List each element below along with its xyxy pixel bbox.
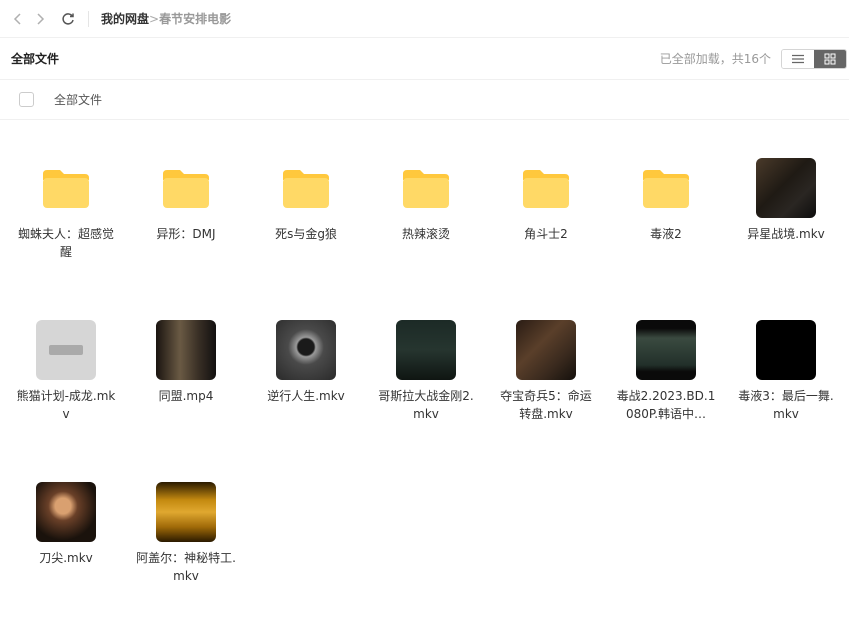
video-thumbnail [276,320,336,380]
chevron-right-icon [37,12,45,25]
file-item[interactable]: 死s与金g狼 [246,158,366,243]
refresh-icon [62,12,74,25]
file-item[interactable]: 蜘蛛夫人：超感觉醒 [6,158,126,261]
refresh-button[interactable] [58,9,78,29]
video-thumbnail [756,320,816,380]
file-item[interactable]: 阿盖尔：神秘特工.mkv [126,482,246,585]
view-toggle [781,48,847,69]
file-name: 夺宝奇兵5：命运转盘.mkv [500,389,592,421]
breadcrumb: 我的网盘 > 春节安排电影 [101,10,231,27]
folder-icon [396,158,456,218]
video-thumbnail [36,482,96,542]
video-thumbnail [516,320,576,380]
breadcrumb-root[interactable]: 我的网盘 [101,10,149,27]
file-name: 毒战2.2023.BD.1080P.韩语中… [616,389,716,421]
file-item[interactable]: 角斗士2 [486,158,606,243]
forward-button[interactable] [30,9,50,29]
grid-view-button[interactable] [814,49,846,68]
back-button[interactable] [8,9,28,29]
folder-icon [36,158,96,218]
list-icon [792,54,804,63]
toolbar-divider [88,10,89,27]
folder-icon [156,158,216,218]
select-all-bar: 全部文件 [0,80,849,120]
file-name: 熊猫计划-成龙.mkv [16,389,116,421]
folder-icon [516,158,576,218]
video-thumbnail [636,320,696,380]
breadcrumb-separator: > [149,11,160,26]
file-item[interactable]: 毒液2 [606,158,726,243]
select-all-checkbox[interactable] [19,92,34,107]
folder-icon [636,158,696,218]
file-item[interactable]: 异形：DMJ [126,158,246,243]
load-status-text: 已全部加载，共16个 [659,52,771,66]
file-item[interactable]: 毒战2.2023.BD.1080P.韩语中… [606,320,726,423]
file-name: 死s与金g狼 [275,227,337,241]
file-name: 异星战境.mkv [747,227,825,241]
file-name: 毒液3：最后一舞.mkv [738,389,834,421]
top-nav-bar: 我的网盘 > 春节安排电影 [0,0,849,38]
chevron-left-icon [13,12,21,25]
file-name: 哥斯拉大战金刚2.mkv [378,389,474,421]
file-item[interactable]: 异星战境.mkv [726,158,846,243]
file-item[interactable]: 同盟.mp4 [126,320,246,405]
video-thumbnail [396,320,456,380]
file-name: 阿盖尔：神秘特工.mkv [136,551,236,583]
file-item[interactable]: 逆行人生.mkv [246,320,366,405]
grid-icon [824,53,836,64]
breadcrumb-current: 春节安排电影 [159,12,232,26]
file-item[interactable]: 熊猫计划-成龙.mkv [6,320,126,423]
file-item[interactable]: 夺宝奇兵5：命运转盘.mkv [486,320,606,423]
file-name: 异形：DMJ [156,227,216,241]
logo-placeholder-icon [49,345,83,355]
file-name: 角斗士2 [524,227,568,241]
video-thumbnail [756,158,816,218]
file-item[interactable]: 热辣滚烫 [366,158,486,243]
header-right: 已全部加载，共16个 [659,48,847,69]
file-name: 刀尖.mkv [39,551,93,565]
video-thumbnail [156,320,216,380]
file-item[interactable]: 刀尖.mkv [6,482,126,567]
file-name: 热辣滚烫 [401,227,450,241]
file-name: 蜘蛛夫人：超感觉醒 [17,227,114,259]
file-header-bar: 全部文件 已全部加载，共16个 [0,38,849,80]
file-name: 毒液2 [650,227,682,241]
file-item[interactable]: 毒液3：最后一舞.mkv [726,320,846,423]
select-all-label: 全部文件 [54,93,103,107]
file-name: 同盟.mp4 [158,389,214,403]
file-item[interactable]: 哥斯拉大战金刚2.mkv [366,320,486,423]
list-view-button[interactable] [782,49,814,68]
page-title: 全部文件 [11,52,60,66]
video-thumbnail [156,482,216,542]
file-name: 逆行人生.mkv [267,389,345,403]
folder-icon [276,158,336,218]
video-thumbnail [36,320,96,380]
